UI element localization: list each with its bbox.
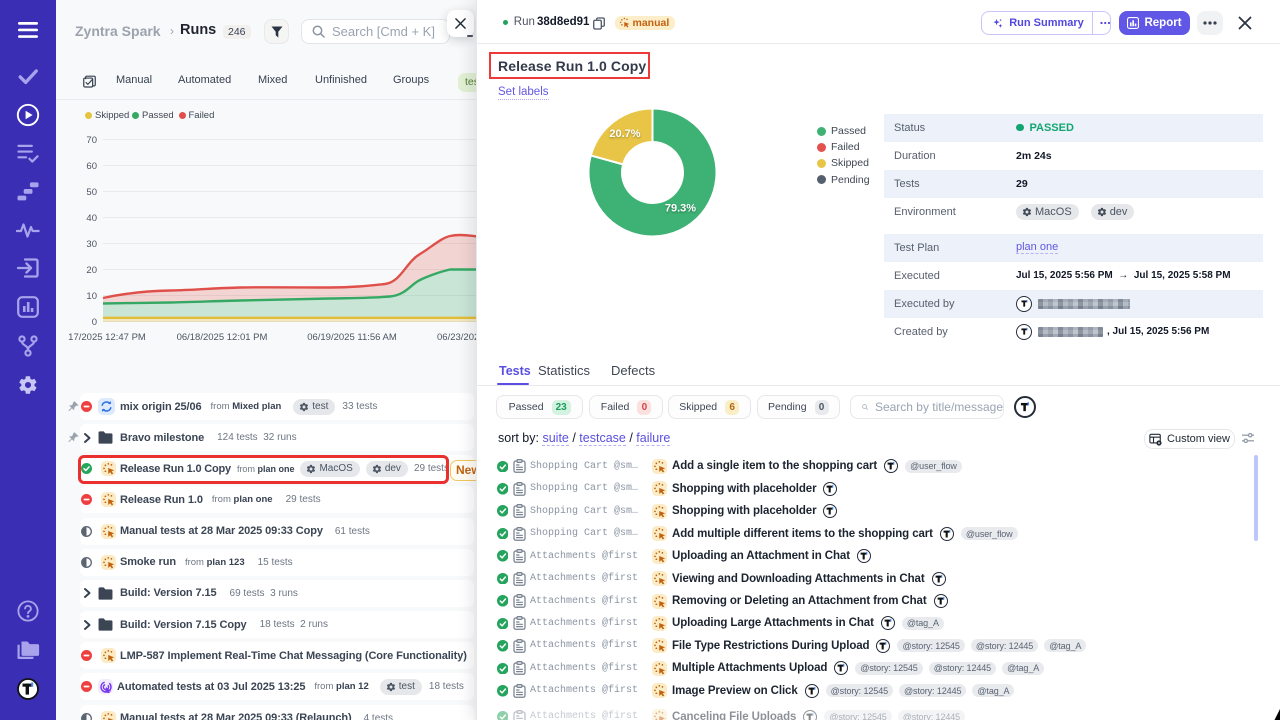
svg-text:30: 30 bbox=[86, 239, 97, 250]
svg-text:70: 70 bbox=[86, 135, 97, 146]
svg-text:60: 60 bbox=[86, 161, 97, 172]
svg-text:79.3%: 79.3% bbox=[665, 203, 696, 215]
svg-text:20: 20 bbox=[86, 265, 97, 276]
svg-text:06/19/2025 11:56 AM: 06/19/2025 11:56 AM bbox=[307, 332, 397, 343]
svg-text:10: 10 bbox=[86, 291, 97, 302]
svg-text:06/18/2025 12:01 PM: 06/18/2025 12:01 PM bbox=[177, 332, 268, 343]
svg-text:50: 50 bbox=[86, 187, 97, 198]
svg-text:0: 0 bbox=[92, 317, 97, 328]
svg-text:20.7%: 20.7% bbox=[609, 128, 640, 140]
svg-text:40: 40 bbox=[86, 213, 97, 224]
svg-text:06/23/2025 12: 06/23/2025 12 bbox=[437, 332, 476, 343]
svg-text:17/2025 12:47 PM: 17/2025 12:47 PM bbox=[68, 332, 146, 343]
